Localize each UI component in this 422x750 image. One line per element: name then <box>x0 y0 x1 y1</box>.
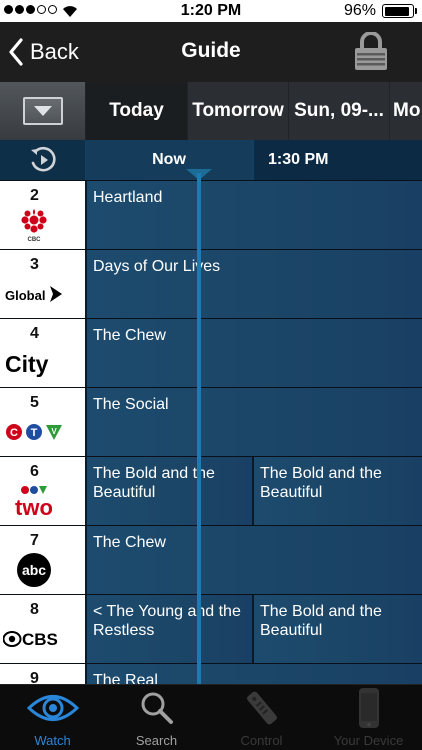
ctv-logo: C T V <box>2 413 66 451</box>
svg-text:Global: Global <box>5 288 45 303</box>
channel-cell-9[interactable]: 9 <box>0 664 85 684</box>
back-label: Back <box>30 39 79 64</box>
battery-tip <box>415 8 417 14</box>
channel-cell-8[interactable]: 8 CBS <box>0 595 85 663</box>
svg-text:C: C <box>10 427 18 439</box>
global-logo: Global <box>2 275 66 313</box>
channel-row: 4 City The Chew <box>0 318 422 387</box>
svg-text:City: City <box>5 351 49 377</box>
program-cell[interactable]: The Real <box>85 664 422 684</box>
ctv-two-logo: two <box>2 482 66 520</box>
svg-text:CBC: CBC <box>28 237 42 243</box>
channel-row: 7 abc The Chew <box>0 525 422 594</box>
tab-your-device[interactable]: Your Device <box>316 685 421 750</box>
tab-label-your-device: Your Device <box>333 733 404 748</box>
channel-number: 9 <box>30 670 39 684</box>
program-grid[interactable]: 2 CBC Heartland 3 Global Days of Our Liv… <box>0 180 422 684</box>
tab-label-control: Control <box>240 733 283 748</box>
channel-number: 2 <box>30 187 39 204</box>
program-cell[interactable]: Heartland <box>85 181 422 249</box>
channel-cell-6[interactable]: 6 two <box>0 457 85 525</box>
remote-icon <box>209 687 314 729</box>
channel-number: 6 <box>30 463 39 480</box>
lock-icon <box>355 31 387 70</box>
channel-row: 6 two The Bold and the Beautiful The Bol… <box>0 456 422 525</box>
channel-cell-4[interactable]: 4 City <box>0 319 85 387</box>
channel-number: 5 <box>30 394 39 411</box>
program-cell[interactable]: The Social <box>85 388 422 456</box>
tab-bar: Watch Search Control Your Device <box>0 684 422 750</box>
city-logo: City <box>2 344 66 382</box>
program-cell[interactable]: The Bold and the Beautiful <box>85 457 253 525</box>
channel-row: 5 C T V The Social <box>0 387 422 456</box>
program-cell[interactable]: The Chew <box>85 319 422 387</box>
channel-row: 9 The Real <box>0 663 422 684</box>
now-marker-icon <box>186 169 212 180</box>
dropdown-icon <box>22 97 63 125</box>
program-cell[interactable]: The Bold and the Beautiful <box>252 595 422 663</box>
time-header: Now 1:30 PM <box>0 140 422 180</box>
navigation-bar: Back Guide <box>0 22 422 82</box>
magnifier-icon <box>104 687 209 729</box>
replay-clock-icon <box>30 146 56 172</box>
abc-logo: abc <box>2 551 66 589</box>
program-cell[interactable]: The Bold and the Beautiful <box>252 457 422 525</box>
svg-text:T: T <box>31 427 38 439</box>
program-cell[interactable]: < The Young and the Restless <box>85 595 253 663</box>
jump-to-now-button[interactable] <box>0 140 85 180</box>
day-tab-today[interactable]: Today <box>86 82 187 140</box>
svg-text:abc: abc <box>22 562 46 578</box>
day-selector: Today Tomorrow Sun, 09-... Mo <box>0 82 422 140</box>
channel-cell-5[interactable]: 5 C T V <box>0 388 85 456</box>
channel-number: 4 <box>30 325 39 342</box>
channel-row: 3 Global Days of Our Lives <box>0 249 422 318</box>
channel-number: 8 <box>30 601 39 618</box>
tab-watch[interactable]: Watch <box>0 685 105 750</box>
svg-text:two: two <box>15 495 53 518</box>
cbc-logo: CBC <box>2 206 66 244</box>
day-tab-tomorrow[interactable]: Tomorrow <box>188 82 288 140</box>
status-bar: 1:20 PM 96% <box>0 0 422 22</box>
cbs-logo: CBS <box>2 620 66 658</box>
program-cell[interactable]: Days of Our Lives <box>85 250 422 318</box>
day-tab-sunday[interactable]: Sun, 09-... <box>289 82 389 140</box>
tab-search[interactable]: Search <box>104 685 209 750</box>
battery-percentage: 96% <box>344 2 377 19</box>
tab-control[interactable]: Control <box>209 685 314 750</box>
chevron-left-icon <box>9 38 23 66</box>
phone-icon <box>316 687 421 729</box>
day-tab-monday[interactable]: Mo <box>390 82 422 140</box>
back-button[interactable]: Back <box>8 36 79 68</box>
channel-filter-button[interactable] <box>0 82 85 140</box>
channel-row: 8 CBS < The Young and the Restless The B… <box>0 594 422 663</box>
channel-row: 2 CBC Heartland <box>0 180 422 249</box>
eye-icon <box>0 687 105 729</box>
program-cell[interactable]: The Chew <box>85 526 422 594</box>
channel-cell-2[interactable]: 2 CBC <box>0 181 85 249</box>
tab-label-search: Search <box>135 733 178 748</box>
time-slot-next: 1:30 PM <box>254 140 422 180</box>
battery-icon <box>382 4 414 18</box>
channel-cell-3[interactable]: 3 Global <box>0 250 85 318</box>
time-slot-now: Now <box>86 140 252 180</box>
svg-text:V: V <box>51 427 57 436</box>
tab-label-watch: Watch <box>34 733 71 748</box>
channel-cell-7[interactable]: 7 abc <box>0 526 85 594</box>
channel-number: 3 <box>30 256 39 273</box>
svg-text:CBS: CBS <box>22 630 58 649</box>
parental-lock-button[interactable] <box>352 31 390 77</box>
channel-number: 7 <box>30 532 39 549</box>
